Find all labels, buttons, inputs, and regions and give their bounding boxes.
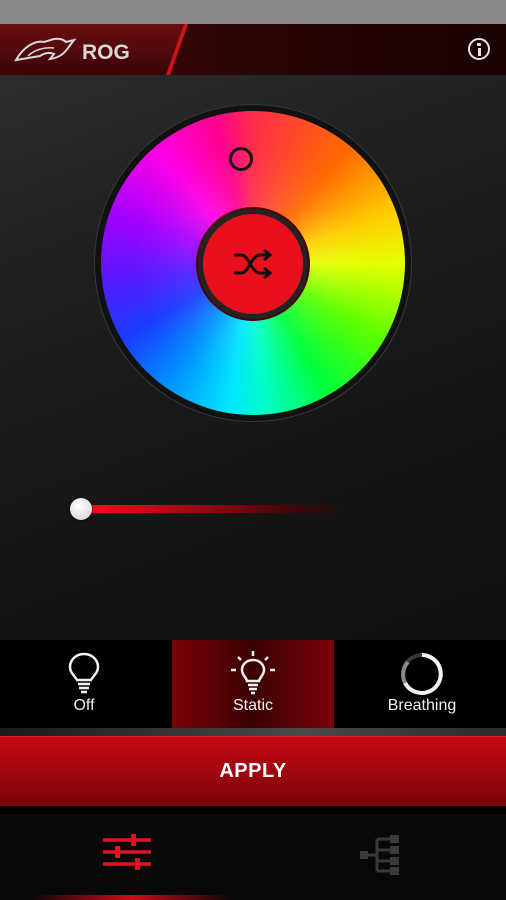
status-bar xyxy=(0,0,506,24)
brightness-slider-track[interactable] xyxy=(80,505,350,513)
mode-off-button[interactable]: Off xyxy=(0,640,168,728)
breathing-ring-icon xyxy=(401,653,443,695)
rog-logo: ROG xyxy=(14,37,130,64)
mode-off-label: Off xyxy=(73,697,95,714)
color-wheel-handle[interactable] xyxy=(229,147,253,171)
bulb-off-icon xyxy=(68,652,100,694)
brand-name: ROG xyxy=(82,41,130,64)
top-bar: ROG xyxy=(0,24,506,75)
shuffle-icon xyxy=(234,248,273,280)
tab-lighting[interactable] xyxy=(0,814,253,900)
apply-button-label: APPLY xyxy=(219,760,287,782)
apply-button[interactable]: APPLY xyxy=(0,736,506,806)
mode-static-label: Static xyxy=(232,697,273,714)
bulb-on-icon xyxy=(231,651,275,695)
info-icon[interactable] xyxy=(468,38,490,60)
random-color-button[interactable] xyxy=(198,209,308,319)
divider xyxy=(0,728,506,736)
sliders-icon xyxy=(103,834,151,870)
tree-icon xyxy=(360,835,399,875)
mode-selector: Off Static Breathing xyxy=(0,640,506,728)
mode-breathing-label: Breathing xyxy=(387,697,457,714)
mode-static-button[interactable]: Static xyxy=(172,640,334,728)
tab-network[interactable] xyxy=(253,814,506,900)
brightness-slider-thumb[interactable] xyxy=(70,498,92,520)
mode-breathing-button[interactable]: Breathing xyxy=(338,640,506,728)
tab-bar xyxy=(0,814,506,900)
